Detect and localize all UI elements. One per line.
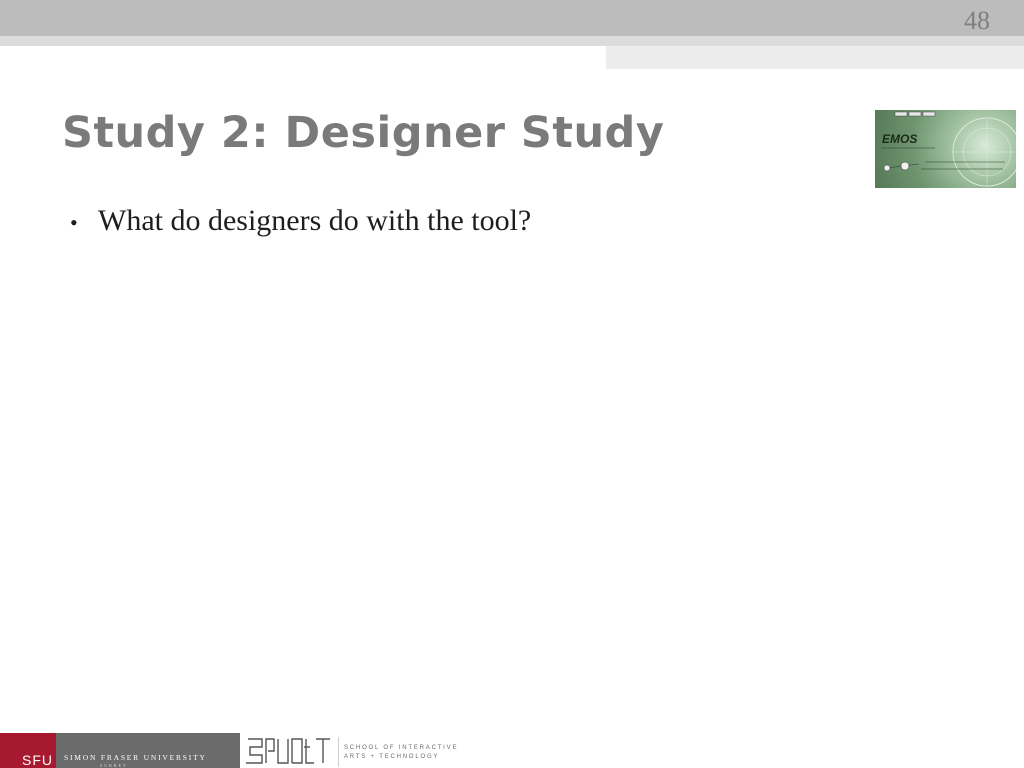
sfu-name: SIMON FRASER UNIVERSITY: [64, 753, 207, 762]
siat-name-line2: ARTS + TECHNOLOGY: [344, 754, 440, 760]
emos-label: EMOS: [882, 132, 918, 146]
emos-screenshot-graphic: [881, 111, 1016, 187]
header-band-accent: [606, 46, 1024, 69]
header-band: [0, 0, 1024, 36]
sfu-name-block: SIMON FRASER UNIVERSITY SURREY: [56, 733, 240, 768]
footer: SFU SIMON FRASER UNIVERSITY SURREY SCHOO…: [0, 733, 1024, 768]
bullet-text: What do designers do with the tool?: [98, 204, 532, 237]
bullet-list: • What do designers do with the tool?: [70, 204, 531, 238]
slide-number: 48: [964, 6, 990, 35]
emos-screenshot-image: EMOS: [875, 110, 1016, 188]
siat-divider: [338, 737, 339, 767]
bullet-item: • What do designers do with the tool?: [70, 204, 531, 238]
siat-logo: [246, 738, 330, 764]
sfu-campus: SURREY: [100, 763, 128, 768]
sfu-abbrev: SFU: [22, 752, 53, 768]
sfu-logo-block: SFU: [0, 733, 56, 768]
bullet-icon: •: [70, 210, 78, 235]
header-band-secondary: [0, 36, 1024, 46]
siat-name-line1: SCHOOL OF INTERACTIVE: [344, 745, 459, 751]
slide-title: Study 2: Designer Study: [62, 108, 665, 158]
